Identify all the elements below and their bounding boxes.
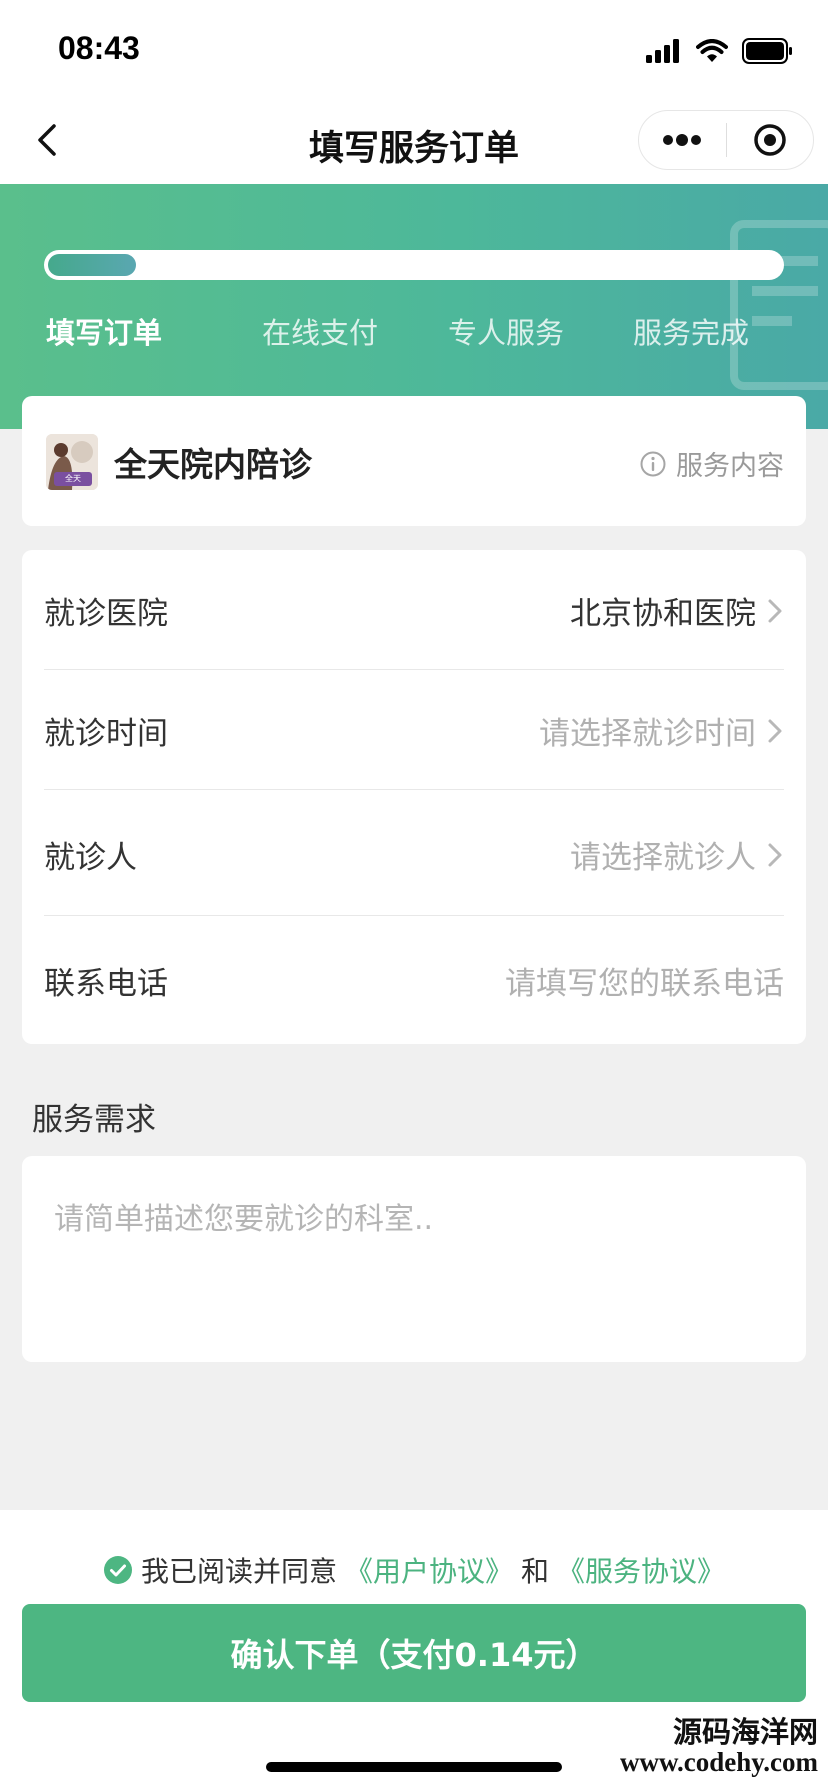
user-agreement-link[interactable]: 《用户协议》 [345,1550,513,1590]
step-dedicated-service: 专人服务 [447,316,564,350]
order-form-card: 就诊医院 北京协和医院 就诊时间 请选择就诊时间 就诊人 请选择就诊人 联系电话… [22,550,806,1044]
nav-bar: 填写服务订单 [0,96,828,184]
service-content-link[interactable]: 服务内容 [640,444,784,483]
checkbox-checked-icon[interactable] [103,1555,133,1585]
step-service-complete: 服务完成 [632,316,749,350]
hospital-value-text: 北京协和医院 [570,596,756,632]
service-agreement-link[interactable]: 《服务协议》 [557,1550,725,1590]
agreement-conjunction: 和 [521,1555,550,1588]
close-program-button[interactable] [727,111,814,169]
chevron-right-icon [768,719,782,742]
status-icons [646,36,794,66]
confirm-order-button[interactable]: 确认下单（支付0.14元） [22,1604,806,1702]
signal-icon [646,39,679,63]
form-row-visit-time[interactable]: 就诊时间 请选择就诊时间 [44,670,784,790]
service-thumbnail: 全天 [46,434,98,490]
service-title: 全天院内陪诊 [114,445,312,484]
form-row-patient[interactable]: 就诊人 请选择就诊人 [44,790,784,916]
wifi-icon [696,39,728,62]
info-icon [640,451,666,476]
agreement-row: 我已阅读并同意 《用户协议》 和 《服务协议》 [0,1550,828,1590]
watermark: 源码海洋网 www.codehy.com [620,1718,818,1777]
requirements-textarea[interactable] [22,1156,806,1362]
form-row-hospital[interactable]: 就诊医院 北京协和医院 [44,550,784,670]
service-content-label: 服务内容 [676,451,784,482]
visit-time-placeholder: 请选择就诊时间 [539,716,756,752]
form-label-phone: 联系电话 [44,966,168,1002]
more-dots-icon [663,134,702,146]
step-online-payment: 在线支付 [261,316,378,350]
status-bar: 08:43 [0,0,828,96]
document-decoration-icon [730,220,828,390]
patient-placeholder: 请选择就诊人 [570,840,756,876]
battery-icon [742,38,792,64]
agreement-prefix: 我已阅读并同意 [140,1555,337,1588]
chevron-right-icon [768,843,782,866]
watermark-url: www.codehy.com [620,1747,818,1778]
requirements-title: 服务需求 [32,1102,156,1138]
form-value-patient: 请选择就诊人 [570,832,784,877]
service-card: 全天 全天院内陪诊 服务内容 [22,396,806,526]
mini-program-capsule [638,110,814,170]
form-row-phone[interactable]: 联系电话 请填写您的联系电话 [44,916,784,1044]
watermark-name: 源码海洋网 [672,1717,818,1749]
phone-input[interactable]: 请填写您的联系电话 [505,958,784,1003]
progress-header: 填写订单 在线支付 专人服务 服务完成 [0,184,828,429]
requirements-card [22,1156,806,1362]
service-thumbnail-badge: 全天 [65,474,81,483]
form-value-visit-time: 请选择就诊时间 [539,708,784,753]
progress-steps: 填写订单 在线支付 专人服务 服务完成 [0,310,828,360]
home-indicator [266,1762,562,1772]
form-label-visit-time: 就诊时间 [44,716,168,752]
chevron-right-icon [768,599,782,622]
form-label-patient: 就诊人 [44,840,137,876]
form-label-hospital: 就诊医院 [44,596,168,632]
status-time: 08:43 [58,30,140,66]
progress-fill [48,254,136,276]
progress-track [44,250,784,280]
more-button[interactable] [639,111,726,169]
step-fill-order: 填写订单 [45,316,162,350]
target-close-icon [754,124,786,156]
form-value-hospital: 北京协和医院 [570,588,784,633]
